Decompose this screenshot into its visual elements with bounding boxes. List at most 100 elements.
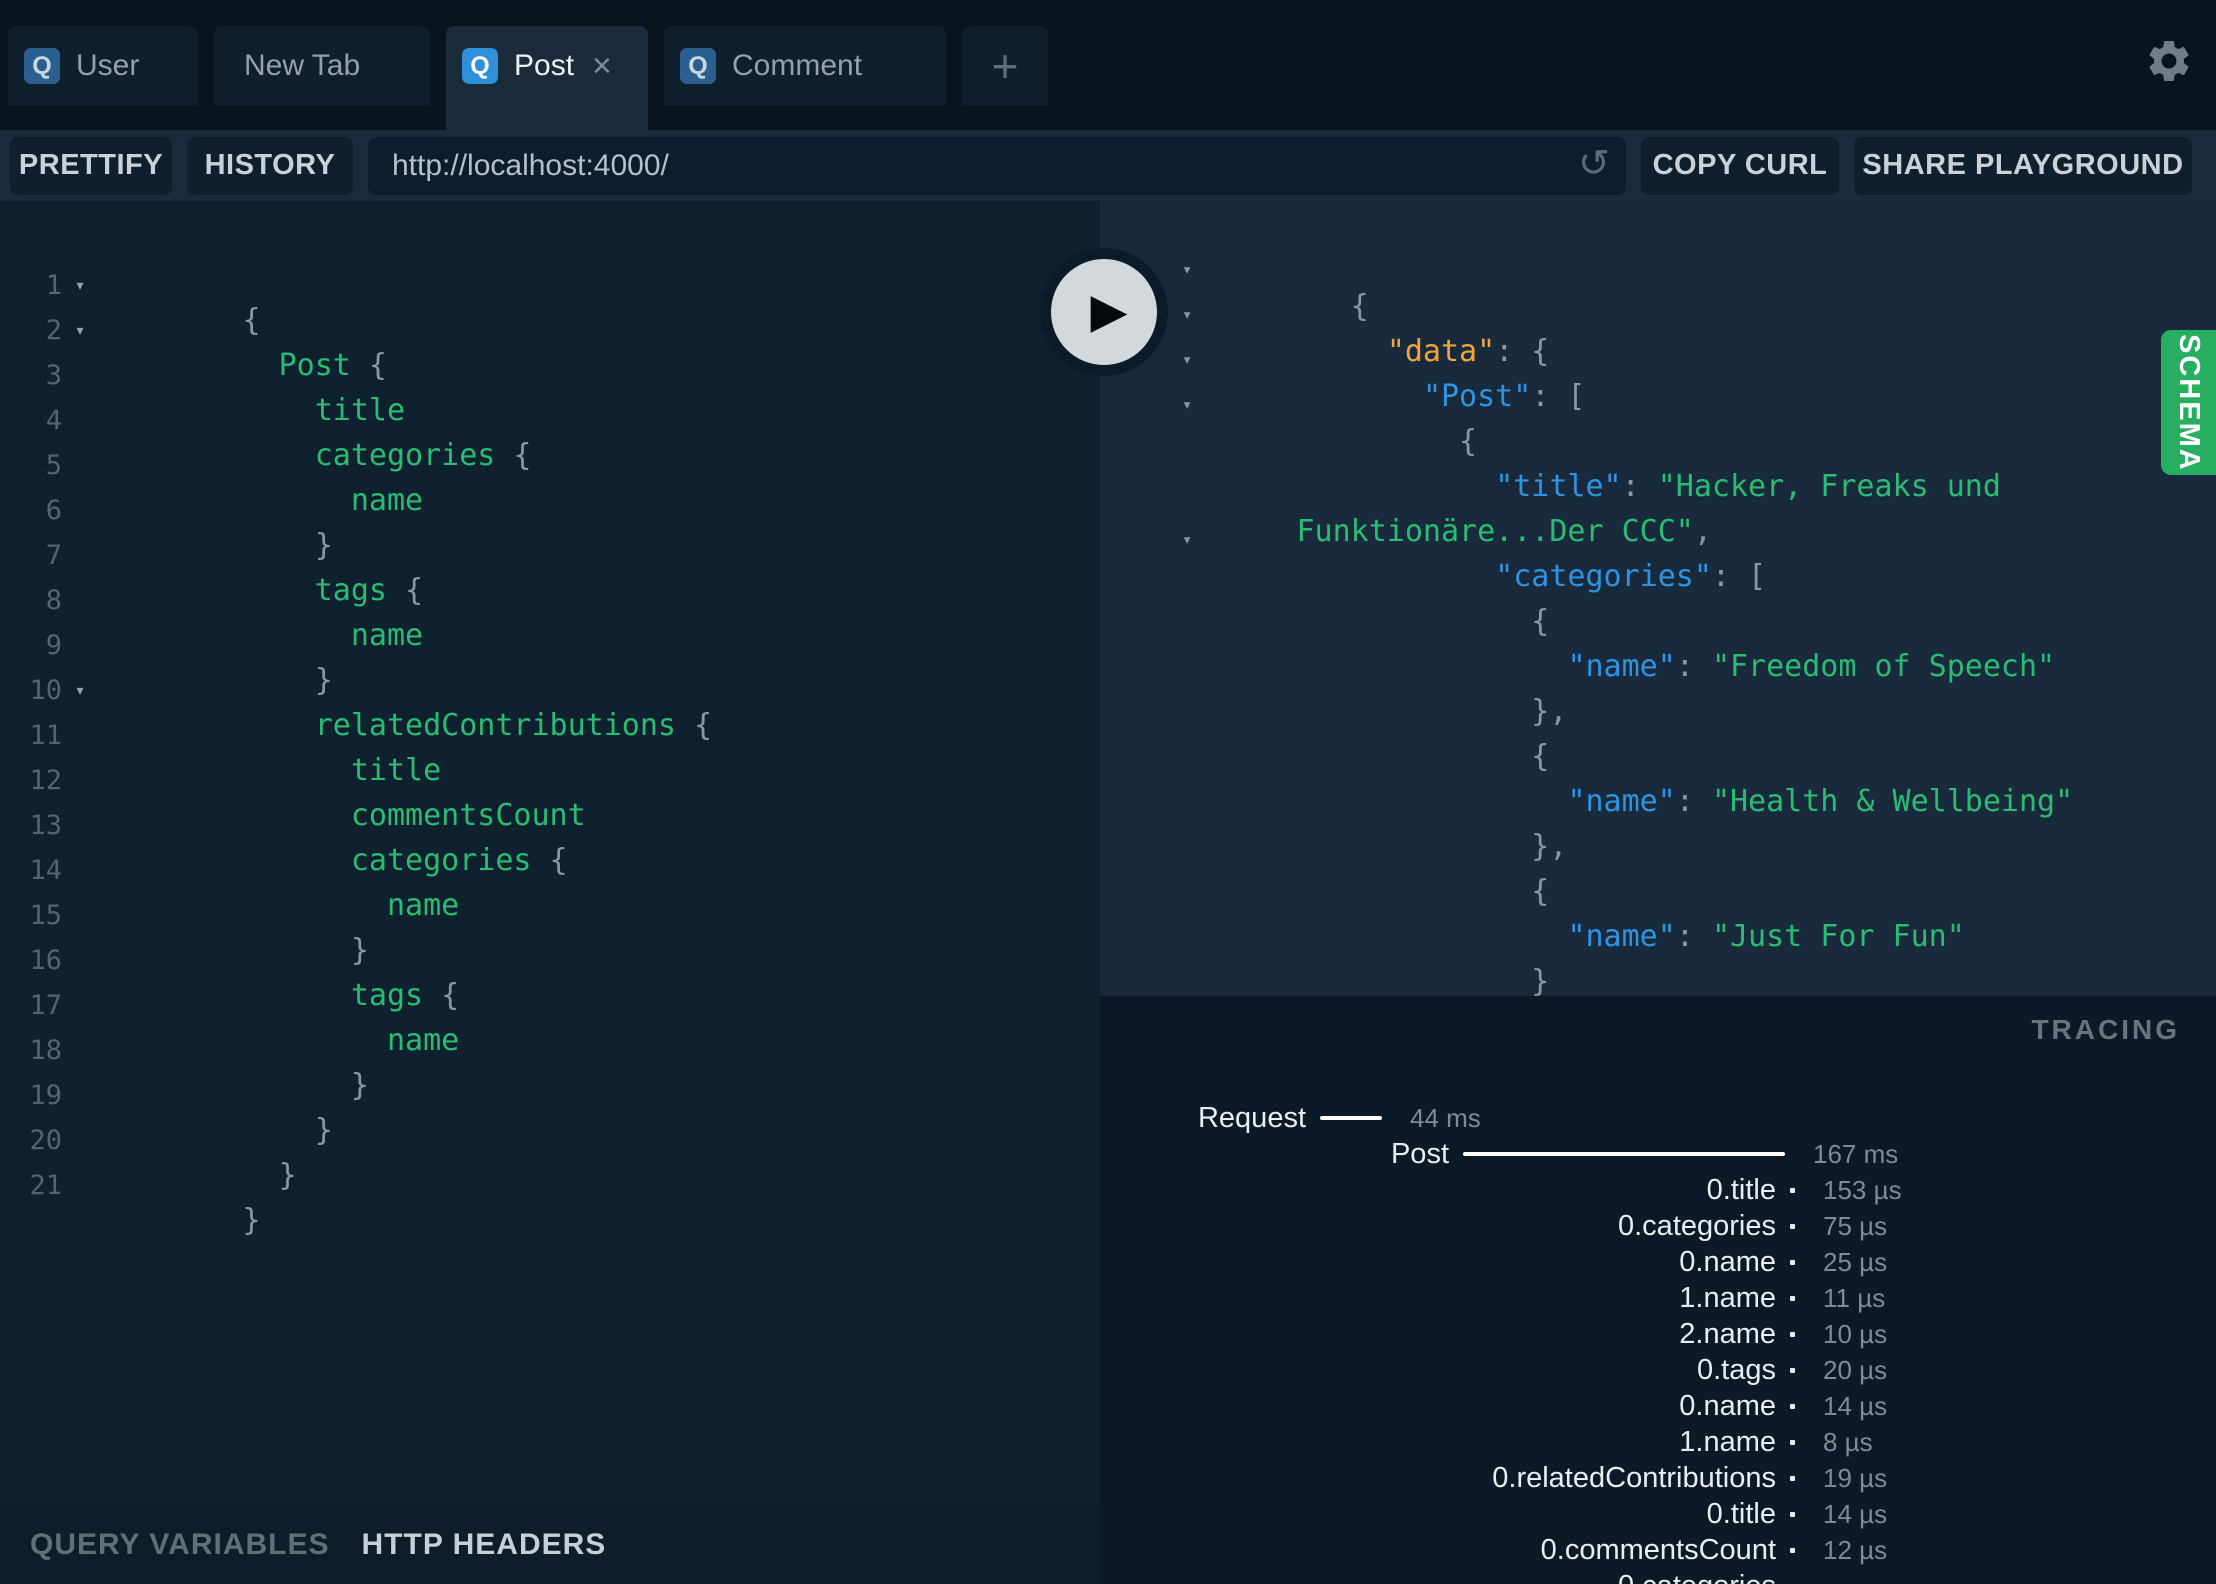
history-button[interactable]: HISTORY [187,136,353,195]
trace-label: 0.relatedContributions [1492,1461,1776,1494]
trace-duration: 153 µs [1823,1174,1902,1205]
trace-row: 2.name 10 µs [1100,1316,2216,1352]
line-number: 12 [29,765,62,796]
trace-duration: 25 µs [1823,1246,1888,1277]
tracing-panel: TRACING Request 44 ms Post 167 ms 0.titl… [1100,996,2216,1584]
trace-row: Request 44 ms [1100,1100,2216,1136]
trace-duration: 19 µs [1823,1462,1888,1493]
trace-bar [1790,1511,1795,1517]
schema-tab[interactable]: SCHEMA [2161,330,2216,475]
url-input[interactable] [368,148,1626,183]
tab-label: Comment [732,49,863,82]
schema-tab-label: SCHEMA [2173,333,2205,472]
add-tab-button[interactable]: + [962,26,1048,106]
trace-duration: 20 µs [1823,1354,1888,1385]
trace-bar [1790,1547,1795,1553]
http-headers-tab[interactable]: HTTP HEADERS [362,1528,607,1562]
trace-duration: 44 ms [1410,1102,1481,1133]
trace-row: 0.title 153 µs [1100,1172,2216,1208]
trace-duration: 10 µs [1823,1318,1888,1349]
tab-label: User [76,49,140,82]
share-playground-button[interactable]: SHARE PLAYGROUND [1854,136,2192,195]
query-badge-icon: Q [680,48,716,84]
refresh-icon[interactable]: ↺ [1578,141,1610,186]
line-number: 6 [45,495,62,526]
endpoint-bar: ↺ [368,136,1626,195]
close-tab-icon[interactable]: × [592,49,612,83]
editor-line: 21 } [0,1163,1100,1238]
trace-label: 0.name [1679,1245,1776,1278]
trace-bar [1790,1187,1795,1193]
tab-post[interactable]: Q Post × [446,26,648,130]
line-number: 3 [45,360,62,391]
prettify-button[interactable]: PRETTIFY [10,136,172,195]
line-number: 16 [29,945,62,976]
line-number: 7 [45,540,62,571]
line-number: 11 [29,720,62,751]
response-pane: ▾ { ▾ "data": { ▾ "Post": [▾ {"title":… [1100,201,2216,996]
fold-arrow-icon[interactable]: ▾ [62,320,98,341]
editor-line-text: } [242,1203,261,1238]
trace-row: 0.name 25 µs [1100,1244,2216,1280]
tab-new-tab[interactable]: New Tab [214,26,430,106]
fold-arrow-icon[interactable]: ▾ [62,275,98,296]
query-editor[interactable]: 1 ▾ { 2 ▾ Post { 3 title 4 categories {… [0,201,1100,1505]
trace-label: 0.name [1679,1389,1776,1422]
trace-row: 1.name 11 µs [1100,1280,2216,1316]
line-number: 4 [45,405,62,436]
trace-label: 0.tags [1697,1353,1776,1386]
line-number: 8 [45,585,62,616]
play-icon: ▶ [1090,285,1128,338]
trace-label: Post [1390,1137,1449,1170]
trace-bar [1790,1439,1795,1445]
trace-bar [1790,1331,1795,1337]
trace-row: 0.relatedContributions 19 µs [1100,1460,2216,1496]
tab-comment[interactable]: Q Comment [664,26,946,106]
tab-user[interactable]: Q User [8,26,198,106]
trace-bar [1463,1152,1785,1156]
graphql-playground: Q User New Tab Q Post × Q Comment + PRET… [0,0,2216,1584]
tabs: Q User New Tab Q Post × Q Comment + [8,26,1048,130]
trace-bar [1320,1116,1382,1120]
tab-label: New Tab [244,49,361,82]
trace-label: 0.commentsCount [1540,1533,1776,1566]
trace-label: 0.categories [1100,1570,1776,1584]
trace-row: 0.categories [1100,1568,2216,1584]
trace-duration: 167 ms [1813,1138,1899,1169]
trace-duration: 14 µs [1823,1390,1888,1421]
trace-row: 0.name 14 µs [1100,1388,2216,1424]
line-number: 18 [29,1035,62,1066]
line-number: 21 [29,1170,62,1201]
execute-query-button[interactable]: ▶ [1040,248,1168,376]
copy-curl-button[interactable]: COPY CURL [1641,136,1839,195]
trace-row: 0.tags 20 µs [1100,1352,2216,1388]
line-number: 9 [45,630,62,661]
trace-bar [1790,1403,1795,1409]
line-number: 13 [29,810,62,841]
line-number: 20 [29,1125,62,1156]
query-badge-icon: Q [462,48,498,84]
trace-label: 0.categories [1618,1209,1776,1242]
trace-label: 1.name [1679,1425,1776,1458]
line-number: 14 [29,855,62,886]
trace-label: Request [1197,1101,1306,1134]
query-badge-icon: Q [24,48,60,84]
trace-label: 1.name [1679,1281,1776,1314]
trace-duration: 11 µs [1823,1282,1886,1313]
line-number: 1 [45,270,62,301]
query-variables-tab[interactable]: QUERY VARIABLES [30,1528,330,1562]
line-number: 15 [29,900,62,931]
trace-duration: 12 µs [1823,1534,1888,1565]
fold-arrow-icon[interactable]: ▾ [62,680,98,701]
line-number: 17 [29,990,62,1021]
trace-bar [1790,1367,1795,1373]
toolbar: PRETTIFY HISTORY ↺ COPY CURL SHARE PLAYG… [0,130,2216,201]
trace-label: 2.name [1679,1317,1776,1350]
gear-icon [2149,41,2189,81]
line-number: 2 [45,315,62,346]
tracing-title: TRACING [2031,1014,2180,1045]
trace-row: 0.commentsCount 12 µs [1100,1532,2216,1568]
settings-button[interactable] [2144,36,2194,86]
trace-label: 0.title [1706,1497,1776,1530]
line-number: 5 [45,450,62,481]
